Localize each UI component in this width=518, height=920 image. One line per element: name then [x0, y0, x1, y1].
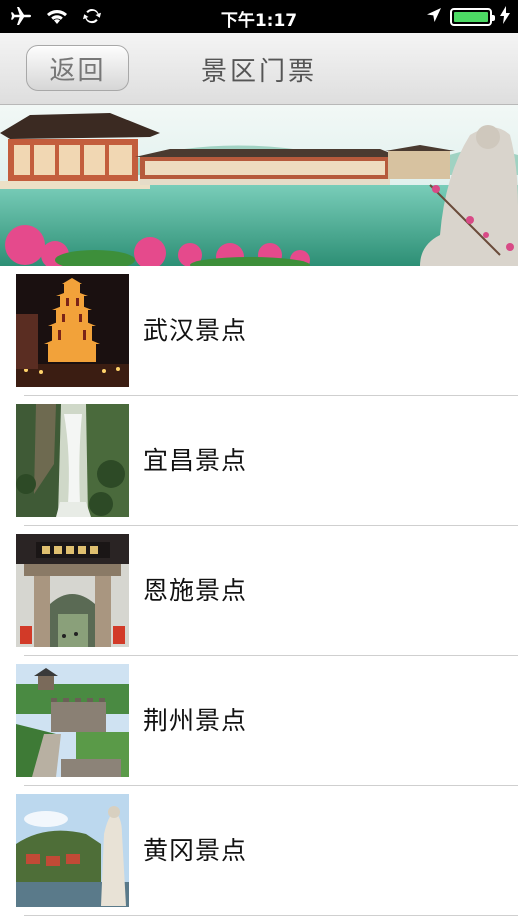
list-item-label: 宜昌景点	[143, 446, 248, 475]
list-item-label: 黄冈景点	[143, 836, 248, 865]
enshi-gate-thumbnail	[16, 534, 129, 647]
list-item-label: 武汉景点	[143, 316, 248, 345]
status-bar: 下午1:17	[0, 0, 518, 33]
row-divider	[24, 915, 518, 916]
list-item-label: 荆州景点	[143, 706, 248, 735]
list-item-label: 恩施景点	[143, 576, 248, 605]
huanggang-statue-thumbnail	[16, 794, 129, 907]
scenic-region-list: 武汉景点 宜昌景点 恩施景点 荆州景点 黄冈景点	[0, 266, 518, 916]
list-item-jingzhou[interactable]: 荆州景点	[0, 656, 518, 786]
battery-icon	[450, 8, 495, 26]
back-button[interactable]: 返回	[26, 45, 129, 91]
list-item-wuhan[interactable]: 武汉景点	[0, 266, 518, 396]
list-item-yichang[interactable]: 宜昌景点	[0, 396, 518, 526]
location-arrow-icon	[426, 7, 442, 27]
page-title: 景区门票	[200, 57, 317, 87]
yellow-crane-tower-thumbnail	[16, 274, 129, 387]
scenic-banner-image	[0, 105, 518, 266]
jingzhou-wall-thumbnail	[16, 664, 129, 777]
charging-icon	[500, 6, 510, 28]
battery-fill	[454, 12, 488, 22]
list-item-huanggang[interactable]: 黄冈景点	[0, 786, 518, 916]
list-item-enshi[interactable]: 恩施景点	[0, 526, 518, 656]
navigation-bar: 返回 景区门票	[0, 33, 518, 105]
status-right	[426, 6, 510, 28]
waterfall-thumbnail	[16, 404, 129, 517]
